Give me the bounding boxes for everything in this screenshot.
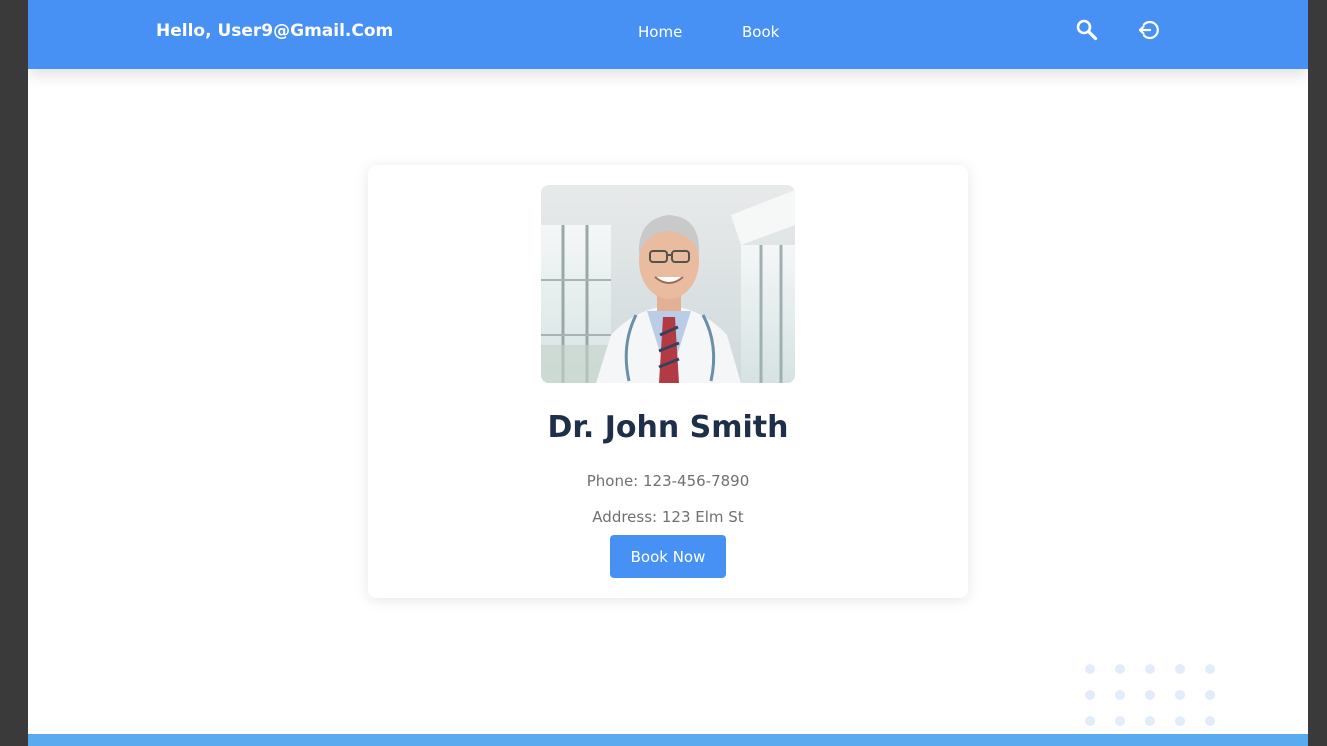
user-greeting: Hello, User9@Gmail.Com bbox=[156, 21, 394, 41]
page: Hello, User9@Gmail.Com Home Book Dr. Joh… bbox=[28, 0, 1308, 746]
search-icon[interactable] bbox=[1075, 18, 1099, 42]
doctor-phone: Phone: 123-456-7890 bbox=[586, 472, 750, 490]
doctor-photo bbox=[541, 185, 795, 383]
nav-home-link[interactable]: Home bbox=[638, 23, 682, 41]
footer-strip bbox=[28, 734, 1308, 746]
book-now-button[interactable]: Book Now bbox=[610, 535, 726, 578]
doctor-card: Dr. John Smith Phone: 123-456-7890 Addre… bbox=[368, 165, 968, 598]
nav-book-link[interactable]: Book bbox=[742, 23, 779, 41]
doctor-address: Address: 123 Elm St bbox=[592, 508, 744, 526]
logout-icon[interactable] bbox=[1136, 18, 1160, 42]
top-navbar: Hello, User9@Gmail.Com Home Book bbox=[28, 0, 1308, 69]
doctor-name: Dr. John Smith bbox=[547, 410, 789, 445]
